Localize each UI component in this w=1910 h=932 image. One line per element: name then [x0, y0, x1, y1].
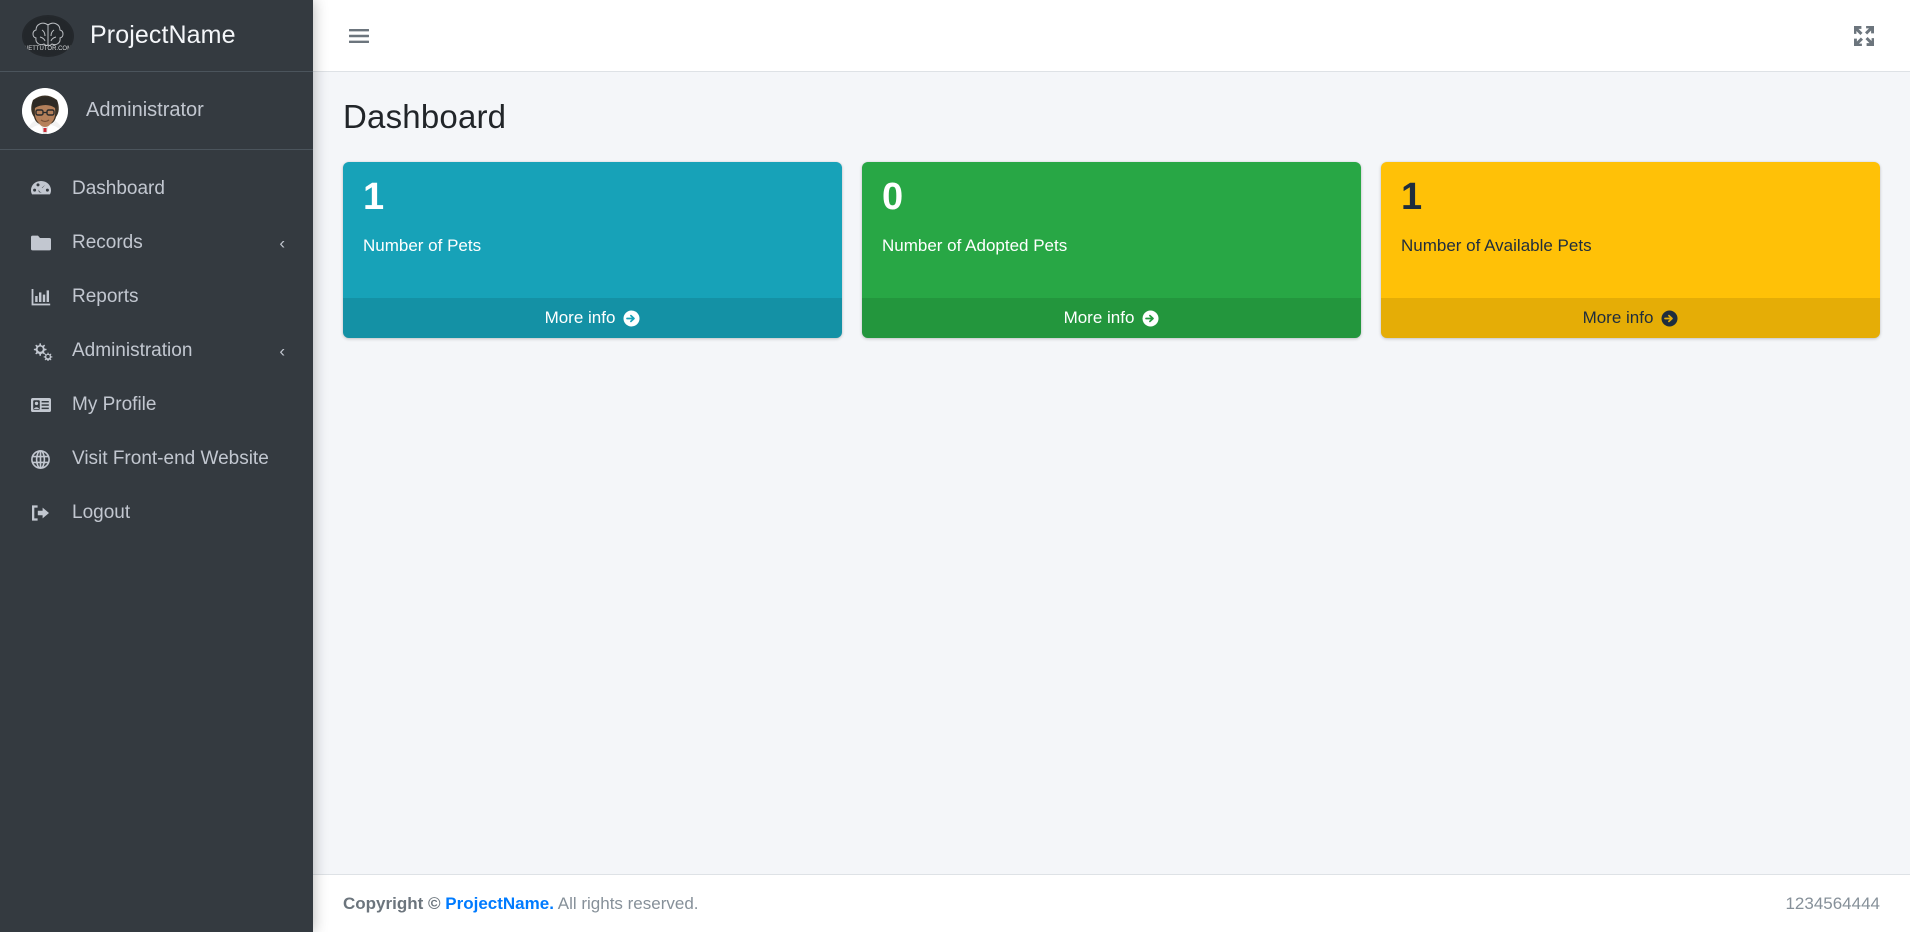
content-area: Dashboard 1 Number of Pets More info	[313, 72, 1910, 874]
stat-card-number-of-pets: 1 Number of Pets More info	[343, 162, 842, 338]
sidebar-item-dashboard[interactable]: Dashboard	[8, 162, 305, 216]
stat-card-body: 1 Number of Available Pets	[1381, 162, 1880, 298]
footer-copyright-prefix: Copyright ©	[343, 894, 441, 913]
stat-cards-row: 1 Number of Pets More info	[335, 162, 1888, 338]
stat-card-label: Number of Available Pets	[1401, 236, 1860, 256]
more-info-label: More info	[1583, 308, 1654, 328]
sidebar-item-label: Visit Front-end Website	[72, 448, 269, 470]
circle-arrow-right-icon	[1661, 310, 1678, 327]
sidebar-item-label: Administration	[72, 340, 192, 362]
tachometer-dashboard-icon	[30, 178, 60, 200]
stat-card-label: Number of Adopted Pets	[882, 236, 1341, 256]
user-name: Administrator	[86, 99, 204, 122]
footer-copyright: Copyright © ProjectName. All rights rese…	[343, 894, 699, 914]
stat-card-body: 1 Number of Pets	[343, 162, 842, 298]
more-info-label: More info	[1064, 308, 1135, 328]
footer-brand-link[interactable]: ProjectName.	[445, 894, 554, 913]
folder-icon	[30, 232, 60, 254]
sidebar-item-label: Logout	[72, 502, 130, 524]
sidebar-item-label: My Profile	[72, 394, 156, 416]
stat-card-value: 1	[363, 178, 822, 218]
user-panel[interactable]: Administrator	[0, 72, 313, 150]
sidebar-item-reports[interactable]: Reports	[8, 270, 305, 324]
main-area: Dashboard 1 Number of Pets More info	[313, 0, 1910, 932]
sidebar-item-administration[interactable]: Administration ‹	[8, 324, 305, 378]
stat-card-number-of-available-pets: 1 Number of Available Pets More info	[1381, 162, 1880, 338]
footer-rights-text: All rights reserved.	[558, 894, 699, 913]
page-title: Dashboard	[343, 98, 1888, 136]
sidebar-item-label: Records	[72, 232, 143, 254]
chevron-left-icon: ‹	[279, 235, 285, 252]
circle-arrow-right-icon	[623, 310, 640, 327]
more-info-link[interactable]: More info	[343, 298, 842, 338]
stat-card-body: 0 Number of Adopted Pets	[862, 162, 1361, 298]
more-info-link[interactable]: More info	[1381, 298, 1880, 338]
globe-icon	[30, 448, 60, 470]
sidebar-item-records[interactable]: Records ‹	[8, 216, 305, 270]
sidebar-item-visit-front-end-website[interactable]: Visit Front-end Website	[8, 432, 305, 486]
app-root: NETTUTOR.COM ProjectName	[0, 0, 1910, 932]
stat-card-label: Number of Pets	[363, 236, 822, 256]
top-navbar	[313, 0, 1910, 72]
chart-bar-icon	[30, 286, 60, 308]
user-avatar	[22, 88, 68, 134]
stat-card-number-of-adopted-pets: 0 Number of Adopted Pets More info	[862, 162, 1361, 338]
sidebar-item-label: Dashboard	[72, 178, 165, 200]
svg-text:NETTUTOR.COM: NETTUTOR.COM	[24, 46, 72, 52]
sidebar-item-label: Reports	[72, 286, 139, 308]
sidebar-item-logout[interactable]: Logout	[8, 486, 305, 540]
expand-arrows-icon[interactable]	[1844, 16, 1884, 56]
id-card-icon	[30, 394, 60, 416]
cogs-icon	[30, 340, 60, 362]
hamburger-menu-icon[interactable]	[339, 16, 379, 56]
stat-card-value: 0	[882, 178, 1341, 218]
stat-card-value: 1	[1401, 178, 1860, 218]
sign-out-icon	[30, 502, 60, 524]
more-info-link[interactable]: More info	[862, 298, 1361, 338]
chevron-left-icon: ‹	[279, 343, 285, 360]
sidebar-nav: Dashboard Records ‹	[0, 150, 313, 540]
brand-title: ProjectName	[90, 21, 236, 50]
more-info-label: More info	[545, 308, 616, 328]
brain-logo-icon: NETTUTOR.COM	[22, 15, 74, 57]
sidebar: NETTUTOR.COM ProjectName	[0, 0, 313, 932]
brand-header[interactable]: NETTUTOR.COM ProjectName	[0, 0, 313, 72]
page-footer: Copyright © ProjectName. All rights rese…	[313, 874, 1910, 932]
sidebar-item-my-profile[interactable]: My Profile	[8, 378, 305, 432]
circle-arrow-right-icon	[1142, 310, 1159, 327]
footer-version-number: 1234564444	[1785, 894, 1880, 914]
